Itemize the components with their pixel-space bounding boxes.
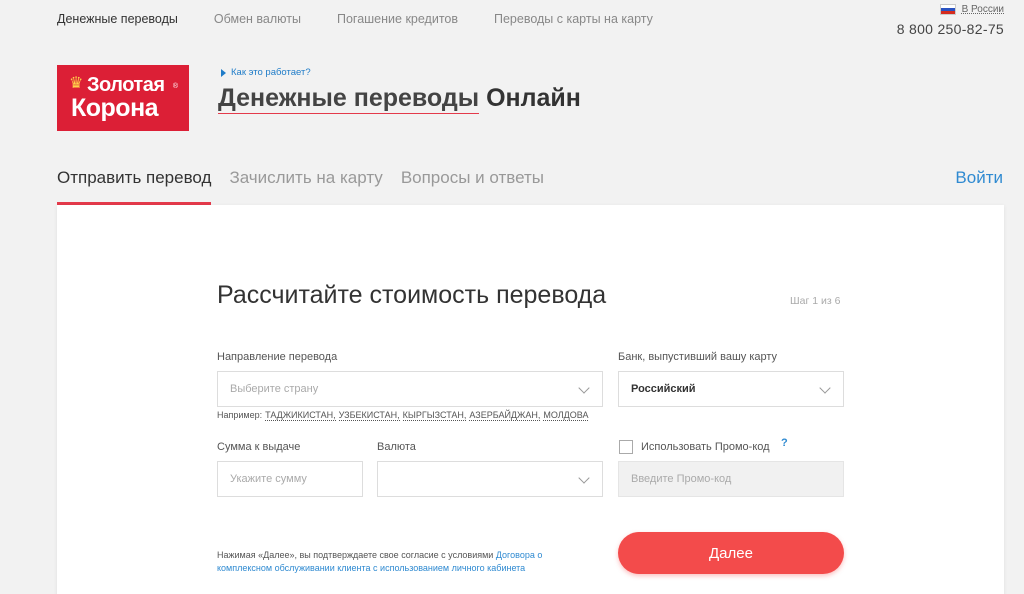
login-link[interactable]: Войти [955, 168, 1003, 188]
crown-icon: ♛ [69, 75, 84, 92]
example-country-uzbekistan[interactable]: УЗБЕКИСТАН, [338, 410, 400, 421]
currency-select[interactable] [377, 461, 603, 497]
topnav-loan-repayment[interactable]: Погашение кредитов [337, 12, 458, 26]
promo-checkbox[interactable] [619, 440, 633, 454]
top-navigation: Денежные переводы Обмен валюты Погашение… [57, 12, 653, 26]
page-title-part2: Онлайн [486, 84, 581, 112]
chevron-down-icon [578, 472, 590, 484]
terms-notice: Нажимая «Далее», вы подтверждаете свое с… [217, 549, 577, 575]
country-examples: Например: ТАДЖИКИСТАН, УЗБЕКИСТАН, КЫРГЫ… [217, 410, 589, 421]
promo-label[interactable]: Использовать Промо-код [641, 441, 770, 453]
how-it-works-link[interactable]: Как это работает? [221, 67, 311, 78]
amount-input[interactable]: Укажите сумму [217, 461, 363, 497]
example-country-kyrgyzstan[interactable]: КЫРГЫЗСТАН, [402, 410, 467, 421]
tab-credit-to-card[interactable]: Зачислить на карту [229, 168, 382, 205]
logo[interactable]: ♛ Золотая Корона ® [57, 65, 189, 131]
promo-code-input[interactable]: Введите Промо-код [618, 461, 844, 497]
form-title: Рассчитайте стоимость перевода [217, 281, 607, 309]
amount-label: Сумма к выдаче [217, 441, 301, 453]
currency-label: Валюта [377, 441, 416, 453]
tab-faq[interactable]: Вопросы и ответы [401, 168, 544, 205]
logo-registered-mark: ® [172, 83, 178, 90]
calculator-card: Рассчитайте стоимость перевода Шаг 1 из … [57, 205, 1004, 594]
page-title: Денежные переводы Онлайн [218, 84, 581, 114]
triangle-right-icon [221, 68, 226, 77]
example-country-moldova[interactable]: МОЛДОВА [543, 410, 589, 421]
chevron-down-icon [578, 382, 590, 394]
region-selector[interactable]: В России [939, 4, 1004, 15]
example-prefix: Например: [217, 410, 263, 420]
bank-select-value: Российский [631, 383, 696, 395]
amount-input-placeholder: Укажите сумму [230, 473, 307, 485]
bank-select[interactable]: Российский [618, 371, 844, 407]
flag-icon [939, 4, 956, 15]
page-title-part1: Денежные переводы [218, 84, 480, 114]
country-select-placeholder: Выберите страну [230, 383, 319, 395]
tab-send-transfer[interactable]: Отправить перевод [57, 168, 212, 205]
bank-label: Банк, выпустивший вашу карту [618, 351, 778, 363]
example-country-tajikistan[interactable]: ТАДЖИКИСТАН, [265, 410, 336, 421]
logo-line2: Корона [71, 94, 159, 122]
next-button[interactable]: Далее [618, 532, 844, 574]
promo-code-placeholder: Введите Промо-код [631, 473, 732, 485]
region-label[interactable]: В России [962, 4, 1004, 15]
topnav-currency-exchange[interactable]: Обмен валюты [214, 12, 301, 26]
example-country-azerbaijan[interactable]: АЗЕРБАЙДЖАН, [469, 410, 541, 421]
terms-text: Нажимая «Далее», вы подтверждаете свое с… [217, 550, 496, 560]
topnav-card-to-card[interactable]: Переводы с карты на карту [494, 12, 653, 26]
topnav-money-transfers[interactable]: Денежные переводы [57, 12, 178, 26]
direction-label: Направление перевода [217, 351, 338, 363]
step-indicator: Шаг 1 из 6 [790, 295, 841, 307]
chevron-down-icon [819, 382, 831, 394]
country-select[interactable]: Выберите страну [217, 371, 603, 407]
help-icon[interactable]: ? [781, 437, 788, 449]
phone-number: 8 800 250-82-75 [896, 21, 1004, 37]
how-it-works-label: Как это работает? [231, 67, 311, 78]
tabs: Отправить перевод Зачислить на карту Воп… [57, 168, 544, 205]
